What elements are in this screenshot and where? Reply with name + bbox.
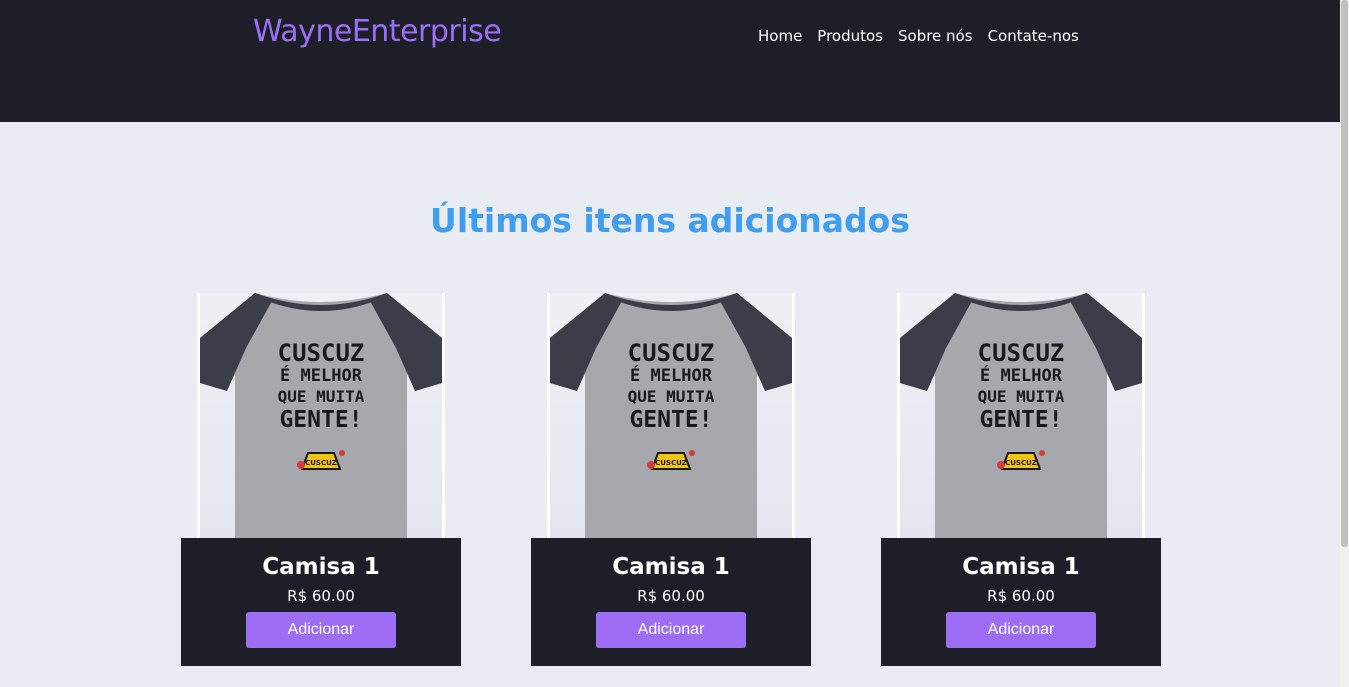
svg-text:GENTE!: GENTE!: [629, 407, 712, 433]
nav-home[interactable]: Home: [758, 27, 802, 45]
brand-logo[interactable]: WayneEnterprise: [253, 14, 502, 49]
svg-text:CUSCUZ: CUSCUZ: [978, 339, 1065, 367]
section-title: Últimos itens adicionados: [430, 201, 910, 240]
nav-sobre-nos[interactable]: Sobre nós: [898, 27, 973, 45]
add-to-cart-button[interactable]: Adicionar: [946, 612, 1096, 648]
site-header: WayneEnterprise Home Produtos Sobre nós …: [0, 0, 1340, 122]
svg-text:CUSCUZ: CUSCUZ: [628, 339, 715, 367]
product-info: Camisa 1 R$ 60.00 Adicionar: [181, 538, 461, 666]
product-name: Camisa 1: [262, 554, 380, 580]
product-price: R$ 60.00: [637, 587, 705, 605]
product-price: R$ 60.00: [287, 587, 355, 605]
nav-contate-nos[interactable]: Contate-nos: [988, 27, 1079, 45]
product-info: Camisa 1 R$ 60.00 Adicionar: [531, 538, 811, 666]
page-scrollbar[interactable]: [1340, 0, 1349, 687]
product-image: CUSCUZ É MELHOR QUE MUITA GENTE! CUSCUZ: [547, 293, 795, 538]
product-name: Camisa 1: [612, 554, 730, 580]
svg-text:QUE MUITA: QUE MUITA: [628, 387, 715, 406]
product-card: CUSCUZ É MELHOR QUE MUITA GENTE! CUSCUZ …: [181, 293, 461, 666]
svg-text:QUE MUITA: QUE MUITA: [278, 387, 365, 406]
tshirt-image: CUSCUZ É MELHOR QUE MUITA GENTE! CUSCUZ: [200, 293, 442, 538]
add-to-cart-button[interactable]: Adicionar: [246, 612, 396, 648]
product-card: CUSCUZ É MELHOR QUE MUITA GENTE! CUSCUZ …: [881, 293, 1161, 666]
tshirt-image: CUSCUZ É MELHOR QUE MUITA GENTE! CUSCUZ: [900, 293, 1142, 538]
tshirt-image: CUSCUZ É MELHOR QUE MUITA GENTE! CUSCUZ: [550, 293, 792, 538]
svg-text:CUSCUZ: CUSCUZ: [278, 339, 365, 367]
svg-text:GENTE!: GENTE!: [279, 407, 362, 433]
svg-text:É MELHOR: É MELHOR: [980, 364, 1063, 386]
main-nav: Home Produtos Sobre nós Contate-nos: [758, 27, 1079, 45]
nav-produtos[interactable]: Produtos: [817, 27, 883, 45]
svg-text:CUSCUZ: CUSCUZ: [305, 459, 337, 467]
svg-text:QUE MUITA: QUE MUITA: [978, 387, 1065, 406]
product-price: R$ 60.00: [987, 587, 1055, 605]
svg-text:GENTE!: GENTE!: [979, 407, 1062, 433]
svg-text:CUSCUZ: CUSCUZ: [1005, 459, 1037, 467]
svg-text:CUSCUZ: CUSCUZ: [655, 459, 687, 467]
svg-text:É MELHOR: É MELHOR: [630, 364, 713, 386]
svg-text:É MELHOR: É MELHOR: [280, 364, 363, 386]
product-image: CUSCUZ É MELHOR QUE MUITA GENTE! CUSCUZ: [897, 293, 1145, 538]
add-to-cart-button[interactable]: Adicionar: [596, 612, 746, 648]
scrollbar-thumb[interactable]: [1341, 0, 1348, 547]
product-info: Camisa 1 R$ 60.00 Adicionar: [881, 538, 1161, 666]
product-name: Camisa 1: [962, 554, 1080, 580]
product-card: CUSCUZ É MELHOR QUE MUITA GENTE! CUSCUZ …: [531, 293, 811, 666]
product-image: CUSCUZ É MELHOR QUE MUITA GENTE! CUSCUZ: [197, 293, 445, 538]
